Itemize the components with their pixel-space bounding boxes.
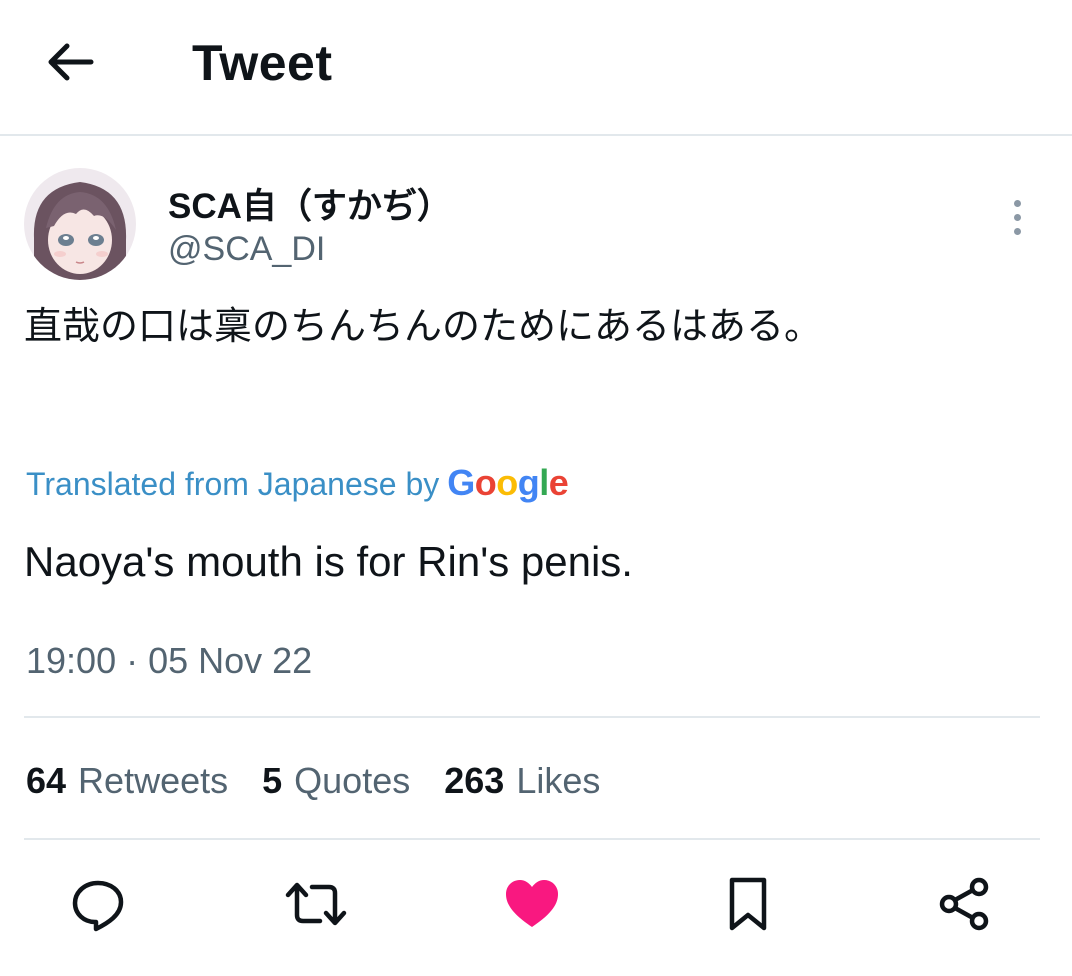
tweet-text: 直哉の口は稟のちんちんのためにあるはある。 (24, 304, 823, 348)
author-display-name[interactable]: SCA自（すかぢ） (168, 178, 452, 229)
back-button[interactable] (40, 36, 100, 88)
engagement-stats: 64 Retweets 5 Quotes 263 Likes (26, 760, 600, 802)
avatar-image (24, 168, 136, 280)
retweet-button[interactable] (284, 872, 348, 936)
quotes-label: Quotes (294, 760, 411, 801)
retweets-count: 64 (26, 760, 67, 801)
quotes-count: 5 (262, 760, 283, 801)
app-header: Tweet (0, 0, 1072, 136)
like-icon (506, 880, 558, 927)
divider (24, 838, 1040, 840)
likes-label: Likes (516, 760, 601, 801)
share-icon (939, 877, 989, 931)
author-handle[interactable]: @SCA_DI (168, 230, 325, 269)
arrow-left-icon (48, 43, 94, 81)
avatar[interactable] (24, 168, 136, 280)
more-dot (1013, 213, 1021, 221)
action-bar (0, 842, 1072, 972)
more-dot (1013, 227, 1021, 235)
retweets-label: Retweets (78, 760, 229, 801)
more-dot (1013, 199, 1021, 207)
translated-text: Naoya's mouth is for Rin's penis. (24, 538, 633, 585)
translation-attribution: Translated from Japanese by Google (26, 462, 569, 504)
likes-count: 263 (444, 760, 505, 801)
likes-stat[interactable]: 263 Likes (444, 760, 600, 802)
bookmark-icon (729, 877, 767, 931)
share-button[interactable] (932, 872, 996, 936)
retweets-stat[interactable]: 64 Retweets (26, 760, 228, 802)
bookmark-button[interactable] (716, 872, 780, 936)
google-logo: Google (447, 462, 569, 503)
quotes-stat[interactable]: 5 Quotes (262, 760, 410, 802)
more-options-button[interactable] (1000, 192, 1034, 242)
reply-button[interactable] (66, 872, 130, 936)
page-title: Tweet (192, 35, 333, 91)
divider (24, 716, 1040, 718)
tweet-timestamp[interactable]: 19:00 · 05 Nov 22 (26, 640, 312, 682)
retweet-icon (285, 882, 347, 926)
translated-label[interactable]: Translated from Japanese by (26, 466, 439, 503)
reply-icon (72, 880, 124, 932)
like-button[interactable] (500, 872, 564, 936)
